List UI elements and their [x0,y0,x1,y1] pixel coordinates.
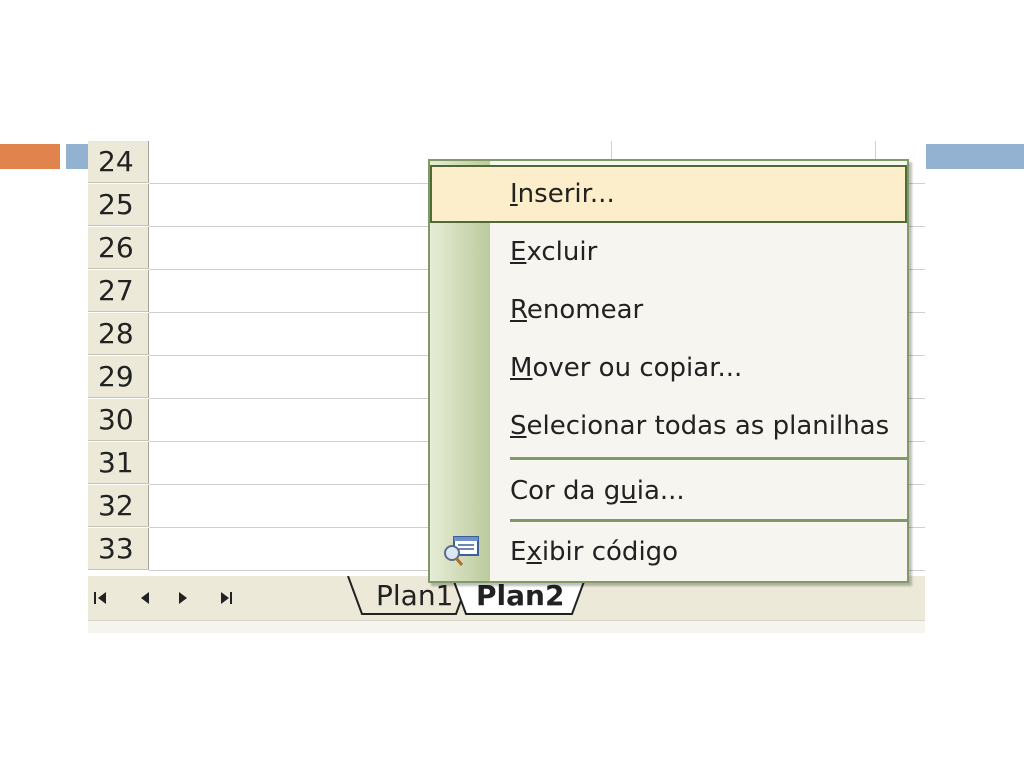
row-header[interactable]: 28 [88,313,149,355]
row-header[interactable]: 32 [88,485,149,527]
accelerator-key: E [510,237,527,267]
sheet-tab-context-menu: Inserir... Excluir Renomear Mover ou cop… [428,159,909,583]
menu-item-cor-da-guia[interactable]: Cor da guia... [430,462,907,520]
accelerator-key: M [510,353,533,383]
prev-sheet-icon[interactable] [132,584,158,612]
menu-item-renomear[interactable]: Renomear [430,281,907,339]
horizontal-scrollbar-area [88,620,925,633]
slide-accent-blue-left [66,144,88,169]
menu-separator [510,457,907,460]
accelerator-key: S [510,411,527,441]
view-code-icon [440,535,482,576]
row-header[interactable]: 30 [88,399,149,441]
menu-item-exibir-codigo[interactable]: Exibir código [430,523,907,581]
slide-accent-blue-right [926,144,1024,169]
menu-item-inserir[interactable]: Inserir... [430,165,907,223]
row-header[interactable]: 31 [88,442,149,484]
menu-separator [510,519,907,522]
accelerator-key: u [620,476,637,506]
row-header[interactable]: 33 [88,528,149,570]
row-header[interactable]: 29 [88,356,149,398]
menu-item-excluir[interactable]: Excluir [430,223,907,281]
accelerator-key: R [510,295,527,325]
row-header[interactable]: 26 [88,227,149,269]
accelerator-key: I [510,179,518,209]
next-sheet-icon[interactable] [170,584,196,612]
row-header[interactable]: 25 [88,184,149,226]
slide-accent-orange [0,144,60,169]
menu-item-mover-ou-copiar[interactable]: Mover ou copiar... [430,339,907,397]
row-header[interactable]: 24 [88,141,149,183]
accelerator-key: x [526,537,542,567]
row-header[interactable]: 27 [88,270,149,312]
first-sheet-icon[interactable] [88,584,114,612]
last-sheet-icon[interactable] [213,584,239,612]
menu-item-selecionar-todas[interactable]: Selecionar todas as planilhas [430,397,907,455]
